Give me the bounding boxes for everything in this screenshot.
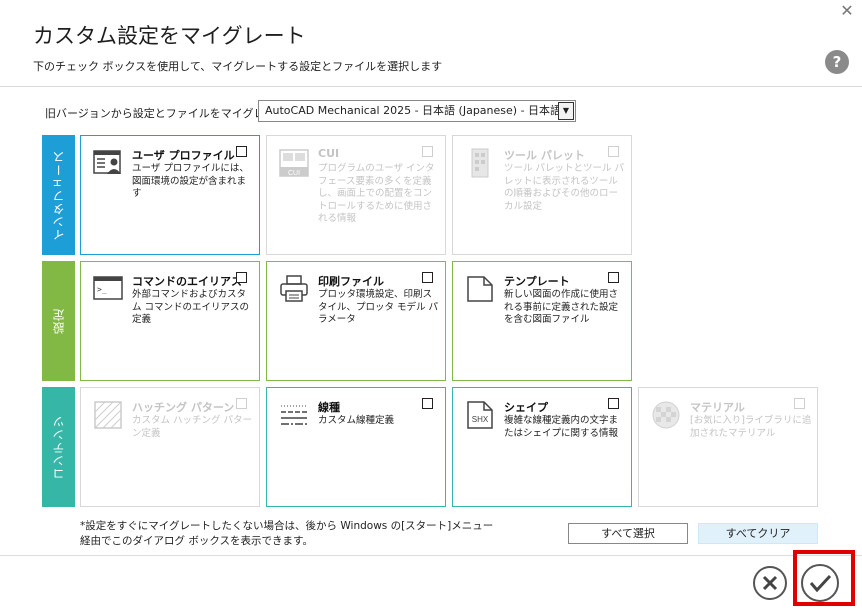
card-description: ツール パレットとツール パレットに表示されるツールの順番およびその他のローカル… <box>504 163 625 212</box>
user-profile-checkbox[interactable] <box>236 146 247 157</box>
card-plot-files[interactable]: 印刷ファイル プロッタ環境設定、印刷スタイル、プロッタ モデル パラメータ <box>266 261 446 381</box>
user-profile-icon <box>93 150 121 174</box>
card-template[interactable]: テンプレート 新しい図面の作成に使用される事前に定義された設定を含む図面ファイル <box>452 261 632 381</box>
command-window-icon: >_ <box>93 276 123 300</box>
hatch-pattern-icon <box>94 401 122 429</box>
card-description: 複雑な線種定義内の文字またはシェイプに関する情報 <box>504 415 619 439</box>
source-version-label: 旧バージョンから設定とファイルをマイグレート: <box>45 107 291 120</box>
card-shape[interactable]: SHX シェイプ 複雑な線種定義内の文字またはシェイプに関する情報 <box>452 387 632 507</box>
card-title: ハッチング パターン <box>132 401 235 414</box>
card-description: 新しい図面の作成に使用される事前に定義された設定を含む図面ファイル <box>504 289 619 325</box>
chevron-down-icon[interactable]: ▼ <box>558 102 574 120</box>
checkmark-icon <box>809 574 832 593</box>
linetype-checkbox[interactable] <box>422 398 433 409</box>
material-checkbox <box>794 398 805 409</box>
card-title: マテリアル <box>690 401 745 414</box>
svg-text:CUI: CUI <box>288 170 300 177</box>
dialog-subtitle: 下のチェック ボックスを使用して、マイグレートする設定とファイルを選択します <box>33 60 443 73</box>
category-contents: コンテンツ <box>42 387 75 507</box>
document-icon <box>467 276 493 302</box>
card-title: 線種 <box>318 401 340 414</box>
material-sphere-icon <box>652 401 680 429</box>
linetype-icon <box>281 405 307 425</box>
card-description: プログラムのユーザ インタフェース要素の多くを定義し、画面上での配置をコントロー… <box>318 163 435 224</box>
close-icon[interactable]: ✕ <box>838 2 856 20</box>
card-description: カスタム ハッチング パターン定義 <box>132 415 253 439</box>
svg-text:>_: >_ <box>97 285 107 294</box>
printer-icon <box>280 275 308 302</box>
card-title: テンプレート <box>504 275 570 288</box>
tool-palette-icon <box>471 148 489 178</box>
plot-files-checkbox[interactable] <box>422 272 433 283</box>
card-description: カスタム線種定義 <box>318 415 395 426</box>
ok-button[interactable] <box>801 564 839 602</box>
shx-file-icon: SHX <box>467 401 493 429</box>
cui-icon: CUI <box>279 149 309 177</box>
card-title: CUI <box>318 147 340 160</box>
card-description: [お気に入り]ライブラリに追加されたマテリアル <box>690 415 812 439</box>
card-tool-palette: ツール パレット ツール パレットとツール パレットに表示されるツールの順番およ… <box>452 135 632 255</box>
select-all-button[interactable]: すべて選択 <box>568 523 688 544</box>
card-title: 印刷ファイル <box>318 275 384 288</box>
card-command-alias[interactable]: >_ コマンドのエイリアス 外部コマンドおよびカスタム コマンドのエイリアスの定… <box>80 261 260 381</box>
help-icon[interactable]: ? <box>825 50 849 74</box>
migration-note: *設定をすぐにマイグレートしたくない場合は、後から Windows の[スタート… <box>80 520 494 547</box>
card-description: 外部コマンドおよびカスタム コマンドのエイリアスの定義 <box>132 289 250 325</box>
card-description: プロッタ環境設定、印刷スタイル、プロッタ モデル パラメータ <box>318 289 439 325</box>
template-checkbox[interactable] <box>608 272 619 283</box>
shape-checkbox[interactable] <box>608 398 619 409</box>
card-hatch-pattern: ハッチング パターン カスタム ハッチング パターン定義 <box>80 387 260 507</box>
command-alias-checkbox[interactable] <box>236 272 247 283</box>
card-material: マテリアル [お気に入り]ライブラリに追加されたマテリアル <box>638 387 818 507</box>
clear-all-button[interactable]: すべてクリア <box>698 523 818 544</box>
card-title: ユーザ プロファイル <box>132 149 235 162</box>
card-cui: CUI CUI プログラムのユーザ インタフェース要素の多くを定義し、画面上での… <box>266 135 446 255</box>
cancel-button[interactable] <box>753 566 787 600</box>
svg-text:SHX: SHX <box>472 415 489 424</box>
category-interface: インタフェース <box>42 135 75 255</box>
source-version-value: AutoCAD Mechanical 2025 - 日本語 (Japanese)… <box>265 104 562 117</box>
category-settings: 設定 <box>42 261 75 381</box>
dialog-title: カスタム設定をマイグレート <box>33 24 306 48</box>
cui-checkbox <box>422 146 433 157</box>
close-icon <box>762 575 778 591</box>
card-title: ツール パレット <box>504 149 585 162</box>
card-title: シェイプ <box>504 401 548 414</box>
card-linetype[interactable]: 線種 カスタム線種定義 <box>266 387 446 507</box>
tool-palette-checkbox <box>608 146 619 157</box>
hatch-pattern-checkbox <box>236 398 247 409</box>
card-title: コマンドのエイリアス <box>132 275 242 288</box>
card-description: ユーザ プロファイルには、図面環境の設定が含まれます <box>132 163 249 199</box>
source-version-select[interactable]: AutoCAD Mechanical 2025 - 日本語 (Japanese)… <box>258 100 576 122</box>
card-user-profile[interactable]: ユーザ プロファイル ユーザ プロファイルには、図面環境の設定が含まれます <box>80 135 260 255</box>
